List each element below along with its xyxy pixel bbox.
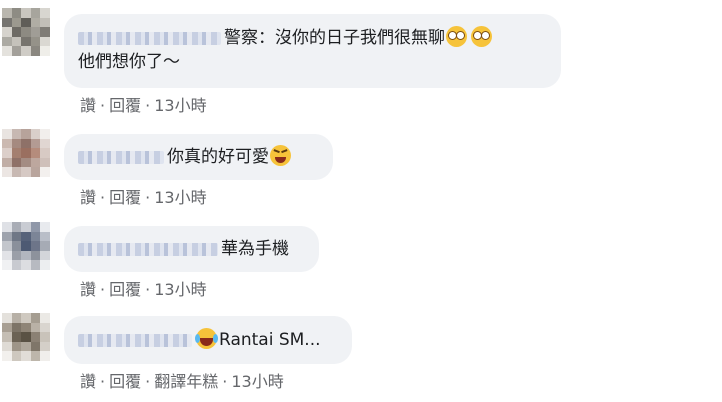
- comment-actions: 讚 · 回覆 · 13小時: [80, 276, 207, 300]
- separator-dot: ·: [145, 188, 151, 207]
- flushed-face-icon: [471, 26, 492, 47]
- comment-actions: 讚 · 回覆 · 翻譯年糕 · 13小時: [80, 368, 284, 392]
- see-translation-link[interactable]: 翻譯年糕: [154, 372, 218, 391]
- comment-text-line: 他們想你了～: [78, 52, 180, 72]
- commenter-name-blurred[interactable]: [78, 31, 221, 45]
- comment-text: 華為手機: [221, 239, 289, 259]
- separator-dot: ·: [145, 280, 151, 299]
- separator-dot: ·: [145, 96, 151, 115]
- comment-text-line: 你真的好可愛: [78, 145, 319, 169]
- separator-dot: ·: [145, 372, 151, 391]
- comment-text-line: 華為手機: [78, 237, 305, 261]
- separator-dot: ·: [100, 280, 106, 299]
- comment-text: 你真的好可愛: [167, 147, 269, 167]
- timestamp-link[interactable]: 13小時: [154, 96, 206, 115]
- comment-bubble: 華為手機: [64, 226, 319, 272]
- flushed-face-icon: [446, 26, 467, 47]
- avatar[interactable]: [2, 313, 50, 361]
- separator-dot: ·: [100, 372, 106, 391]
- like-link[interactable]: 讚: [80, 96, 96, 115]
- comment-bubble: Rantai SM...: [64, 316, 352, 364]
- separator-dot: ·: [100, 188, 106, 207]
- commenter-name-blurred[interactable]: [78, 333, 192, 347]
- comment-text-line: 警察：沒你的日子我們很無聊: [78, 26, 547, 50]
- comment-bubble: 警察：沒你的日子我們很無聊 他們想你了～: [64, 14, 561, 88]
- avatar[interactable]: [2, 129, 50, 177]
- comment-actions: 讚 · 回覆 · 13小時: [80, 184, 207, 208]
- commenter-name-blurred[interactable]: [78, 242, 218, 256]
- like-link[interactable]: 讚: [80, 280, 96, 299]
- like-link[interactable]: 讚: [80, 188, 96, 207]
- comment-actions: 讚 · 回覆 · 13小時: [80, 92, 207, 116]
- squinting-tongue-face-icon: [270, 145, 291, 166]
- reply-link[interactable]: 回覆: [109, 96, 141, 115]
- timestamp-link[interactable]: 13小時: [231, 372, 283, 391]
- separator-dot: ·: [100, 96, 106, 115]
- comment-text: 警察：沒你的日子我們很無聊: [224, 28, 445, 48]
- comment-bubble: 你真的好可愛: [64, 134, 333, 180]
- timestamp-link[interactable]: 13小時: [154, 188, 206, 207]
- reply-link[interactable]: 回覆: [109, 372, 141, 391]
- separator-dot: ·: [222, 372, 228, 391]
- tears-of-joy-face-icon: [195, 328, 218, 349]
- reply-link[interactable]: 回覆: [109, 280, 141, 299]
- like-link[interactable]: 讚: [80, 372, 96, 391]
- timestamp-link[interactable]: 13小時: [154, 280, 206, 299]
- avatar[interactable]: [2, 8, 50, 56]
- comment-text-line: Rantai SM...: [78, 328, 338, 352]
- avatar[interactable]: [2, 222, 50, 270]
- reply-link[interactable]: 回覆: [109, 188, 141, 207]
- comment-text: Rantai SM...: [219, 330, 321, 350]
- commenter-name-blurred[interactable]: [78, 150, 164, 164]
